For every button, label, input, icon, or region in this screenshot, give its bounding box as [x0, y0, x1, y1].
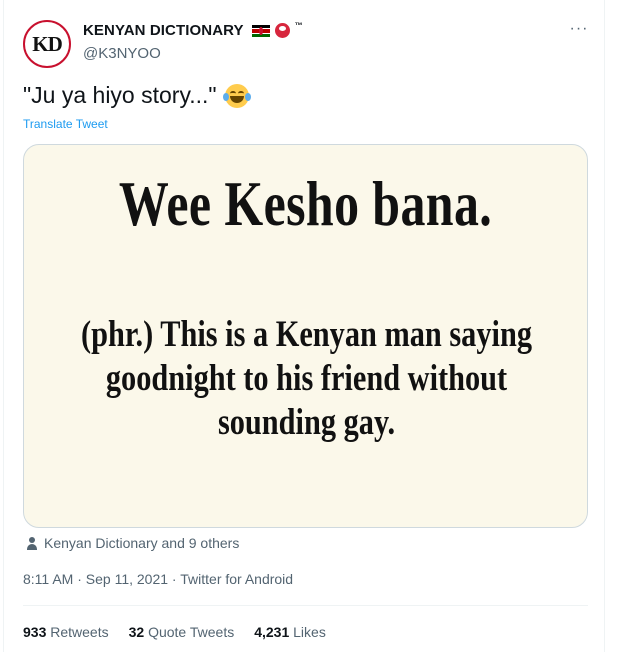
face-with-tears-of-joy-icon [222, 83, 251, 108]
tweet-metadata: 8:11 AM · Sep 11, 2021 · Twitter for And… [23, 571, 293, 587]
red-helmet-icon [274, 23, 290, 38]
kenya-flag-icon [251, 24, 270, 37]
trademark-symbol: ™ [294, 21, 303, 30]
liked-by-text: Kenyan Dictionary and 9 others [44, 535, 240, 551]
retweets-count: 933 [23, 624, 47, 640]
avatar-logo-text: KD [32, 31, 62, 56]
media-definition-line: goodnight to his friend without [105, 358, 508, 399]
media-headline: Wee Kesho bana. [118, 168, 493, 239]
media-definition-line: sounding gay. [217, 402, 396, 443]
retweets-stat[interactable]: 933 Retweets [23, 624, 109, 640]
person-icon [26, 536, 38, 550]
liked-by-row[interactable]: Kenyan Dictionary and 9 others [26, 535, 239, 551]
retweets-label: Retweets [46, 624, 109, 640]
media-definition: (phr.) This is a Kenyan man saying goodn… [42, 313, 571, 445]
meta-separator: · [168, 571, 181, 587]
tweet-text: "Ju ya hiyo story..." [23, 82, 251, 109]
divider [23, 605, 588, 606]
quote-tweets-label: Quote Tweets [144, 624, 235, 640]
translate-tweet-link[interactable]: Translate Tweet [23, 117, 108, 131]
tweet-source[interactable]: Twitter for Android [180, 571, 293, 587]
engagement-stats: 933 Retweets 32 Quote Tweets 4,231 Likes [23, 624, 326, 640]
likes-count: 4,231 [254, 624, 290, 640]
tweet-media-image[interactable]: Wee Kesho bana. (phr.) This is a Kenyan … [23, 144, 588, 528]
likes-label: Likes [289, 624, 326, 640]
likes-stat[interactable]: 4,231 Likes [254, 624, 326, 640]
tweet-text-content: "Ju ya hiyo story..." [23, 82, 217, 108]
author-handle[interactable]: @K3NYOO [83, 45, 161, 62]
media-definition-line: (phr.) This is a Kenyan man saying [80, 314, 533, 355]
author-name-row: KENYAN DICTIONARY ™ [83, 21, 303, 39]
quote-tweets-stat[interactable]: 32 Quote Tweets [129, 624, 235, 640]
tweet-date[interactable]: Sep 11, 2021 [86, 571, 168, 587]
tweet-time[interactable]: 8:11 AM [23, 571, 73, 587]
meta-separator: · [73, 571, 86, 587]
author-display-name[interactable]: KENYAN DICTIONARY [83, 22, 244, 39]
more-options-icon[interactable]: ··· [568, 18, 590, 40]
quote-tweets-count: 32 [128, 624, 145, 640]
avatar[interactable]: KD [23, 20, 71, 68]
tweet-card: KD KENYAN DICTIONARY ™ @K3NYOO ··· "Ju y… [0, 0, 619, 652]
